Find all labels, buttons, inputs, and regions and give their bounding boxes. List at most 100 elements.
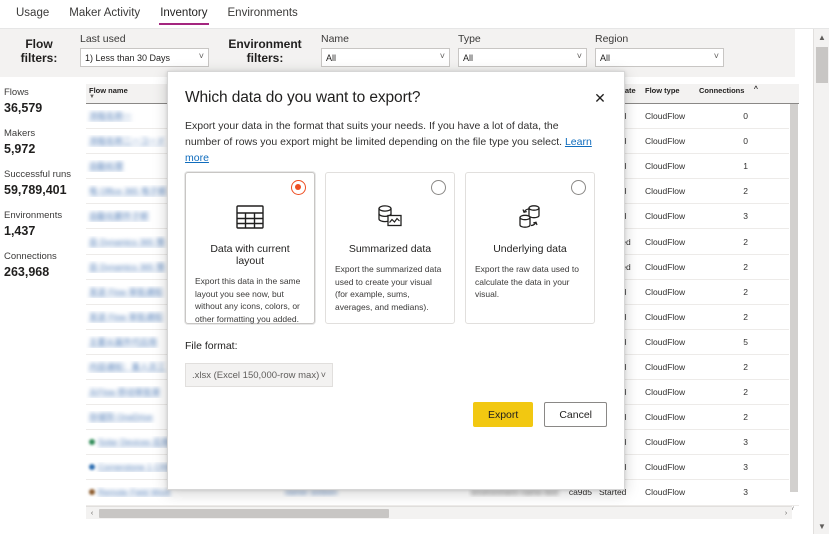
column-header-connections[interactable]: Connections ^ xyxy=(696,86,762,95)
filter-type-select[interactable]: All ˅ xyxy=(458,48,587,67)
metric-successful-runs-label: Successful runs xyxy=(4,169,72,180)
filter-type-caption: Type xyxy=(458,33,481,45)
cell-flow-name-label: Solar Devices 应用 xyxy=(98,437,170,448)
scroll-right-icon[interactable]: › xyxy=(780,510,792,517)
dialog-description-text: Export your data in the format that suit… xyxy=(185,120,563,148)
cell-connections: 2 xyxy=(743,261,748,272)
file-format-select[interactable]: .xlsx (Excel 150,000-row max) ˅ xyxy=(185,363,333,387)
tab-inventory-label: Inventory xyxy=(160,6,208,19)
metric-successful-runs: Successful runs 59,789,401 xyxy=(0,168,86,199)
filter-name-select[interactable]: All ˅ xyxy=(321,48,450,67)
filter-name-value: All xyxy=(326,52,337,63)
cell-connections: 2 xyxy=(743,186,748,197)
scroll-down-icon[interactable]: ▼ xyxy=(814,518,829,534)
scroll-left-icon[interactable]: ‹ xyxy=(86,510,98,517)
tab-maker-activity[interactable]: Maker Activity xyxy=(59,3,150,26)
cell-flow-type: CloudFlow xyxy=(645,111,686,122)
column-header-connections-label: Connections xyxy=(699,86,745,95)
radio-summarized-data[interactable] xyxy=(431,180,446,195)
page-scrollbar-thumb[interactable] xyxy=(816,47,828,83)
tab-usage-label: Usage xyxy=(16,6,50,19)
column-header-flow-type-label: Flow type xyxy=(645,86,680,95)
dialog-description: Export your data in the format that suit… xyxy=(185,118,597,166)
tab-inventory[interactable]: Inventory xyxy=(150,3,217,26)
cell-flow-name-label: 流程名称一 xyxy=(89,111,132,122)
export-option-current-layout-title: Data with current layout xyxy=(210,243,290,267)
cell-flow-name-label: 发送 Flow 审批通知 xyxy=(89,286,163,297)
sort-descending-icon: ▼ xyxy=(89,94,95,100)
cancel-button[interactable]: Cancel xyxy=(544,402,607,427)
dialog-actions: Export Cancel xyxy=(472,402,607,427)
chevron-down-icon: ˅ xyxy=(576,51,582,61)
file-format-label: File format: xyxy=(185,340,238,352)
cell-connections: 2 xyxy=(743,387,748,398)
metric-environments-label: Environments xyxy=(4,210,63,221)
table-grid-icon xyxy=(195,197,305,237)
metric-successful-runs-value: 59,789,401 xyxy=(4,183,67,197)
metric-connections-value: 263,968 xyxy=(4,265,50,279)
cell-flow-name-label: 流程名称二一コード xyxy=(89,136,166,147)
cell-flow-name-label: 自 Dynamics 365 情 xyxy=(89,261,165,272)
export-dialog: Which data do you want to export? ✕ Expo… xyxy=(167,71,625,490)
tab-maker-activity-label: Maker Activity xyxy=(69,6,141,19)
cell-flow-name-label: Remote Field Work xyxy=(98,487,171,498)
cell-flow-name-label: 存储到 OneDrive xyxy=(89,412,153,423)
export-option-underlying-data-title: Underlying data xyxy=(493,243,567,255)
tab-usage[interactable]: Usage xyxy=(6,3,59,26)
tab-environments-label: Environments xyxy=(227,6,298,19)
row-status-dot-icon xyxy=(89,489,95,496)
export-button[interactable]: Export xyxy=(472,402,534,427)
cell-connections: 3 xyxy=(743,211,748,222)
flow-filters-label-line1: Flow xyxy=(25,37,53,51)
export-option-current-layout[interactable]: Data with current layout Export this dat… xyxy=(185,172,315,324)
cell-connections: 0 xyxy=(743,111,748,122)
cell-flow-type: CloudFlow xyxy=(645,161,686,172)
close-icon[interactable]: ✕ xyxy=(588,86,612,110)
environment-filters-label: Environment filters: xyxy=(217,29,313,66)
export-option-summarized-data-desc: Export the summarized data used to creat… xyxy=(335,264,442,312)
tab-environments[interactable]: Environments xyxy=(218,3,308,26)
chevron-down-icon: ˅ xyxy=(713,51,719,61)
export-option-summarized-data[interactable]: Summarized data Export the summarized da… xyxy=(325,172,455,324)
cell-flow-name-label: 主要从属件代应用 xyxy=(89,336,158,347)
scroll-up-icon[interactable]: ▲ xyxy=(814,29,829,45)
cell-flow-name-label: Cornerstone 1 CRM xyxy=(98,462,174,473)
cell-flow-name-label: 自動化郵件子邮 xyxy=(89,211,149,222)
horizontal-scrollbar-thumb[interactable] xyxy=(99,508,389,518)
filter-type-value: All xyxy=(463,52,474,63)
row-status-dot-icon xyxy=(89,439,95,446)
filter-bar: Flow filters: Last used 1) Less than 30 … xyxy=(0,29,795,77)
cell-flow-type: CloudFlow xyxy=(645,261,686,272)
page-vertical-scrollbar[interactable]: ▲ ▼ xyxy=(813,29,829,534)
filter-last-used-select[interactable]: 1) Less than 30 Days ˅ xyxy=(80,48,209,67)
metric-makers: Makers 5,972 xyxy=(0,127,86,158)
table-horizontal-scrollbar[interactable]: ‹ › xyxy=(86,506,792,519)
filter-region-select[interactable]: All ˅ xyxy=(595,48,724,67)
filter-name: Name All ˅ xyxy=(321,29,450,67)
radio-underlying-data[interactable] xyxy=(571,180,586,195)
export-option-summarized-data-title: Summarized data xyxy=(348,243,432,255)
filter-type: Type All ˅ xyxy=(458,29,587,67)
metric-makers-label: Makers xyxy=(4,128,36,139)
cell-connections: 2 xyxy=(743,286,748,297)
export-option-current-layout-desc: Export this data in the same layout you … xyxy=(195,276,301,324)
cell-connections: 1 xyxy=(743,161,748,172)
export-option-underlying-data[interactable]: Underlying data Export the raw data used… xyxy=(465,172,595,324)
metric-environments-value: 1,437 xyxy=(4,224,36,238)
cell-flow-type: CloudFlow xyxy=(645,186,686,197)
column-header-flow-type[interactable]: Flow type xyxy=(642,86,696,95)
metric-flows-value: 36,579 xyxy=(4,101,43,115)
cell-flow-type: CloudFlow xyxy=(645,412,686,423)
chevron-down-icon: ˅ xyxy=(320,370,326,380)
cell-flow-type: CloudFlow xyxy=(645,487,686,498)
filter-region-caption: Region xyxy=(595,33,629,45)
table-scrollbar-thumb[interactable] xyxy=(790,104,798,492)
radio-current-layout[interactable] xyxy=(291,180,306,195)
sort-ascending-icon: ^ xyxy=(753,86,758,93)
database-sync-icon xyxy=(475,197,585,237)
cell-flow-type: CloudFlow xyxy=(645,311,686,322)
cell-flow-type: CloudFlow xyxy=(645,336,686,347)
table-vertical-scrollbar[interactable]: ˅ xyxy=(789,104,799,513)
environment-filters-label-line2: filters: xyxy=(246,50,284,65)
export-option-cards: Data with current layout Export this dat… xyxy=(185,172,595,324)
